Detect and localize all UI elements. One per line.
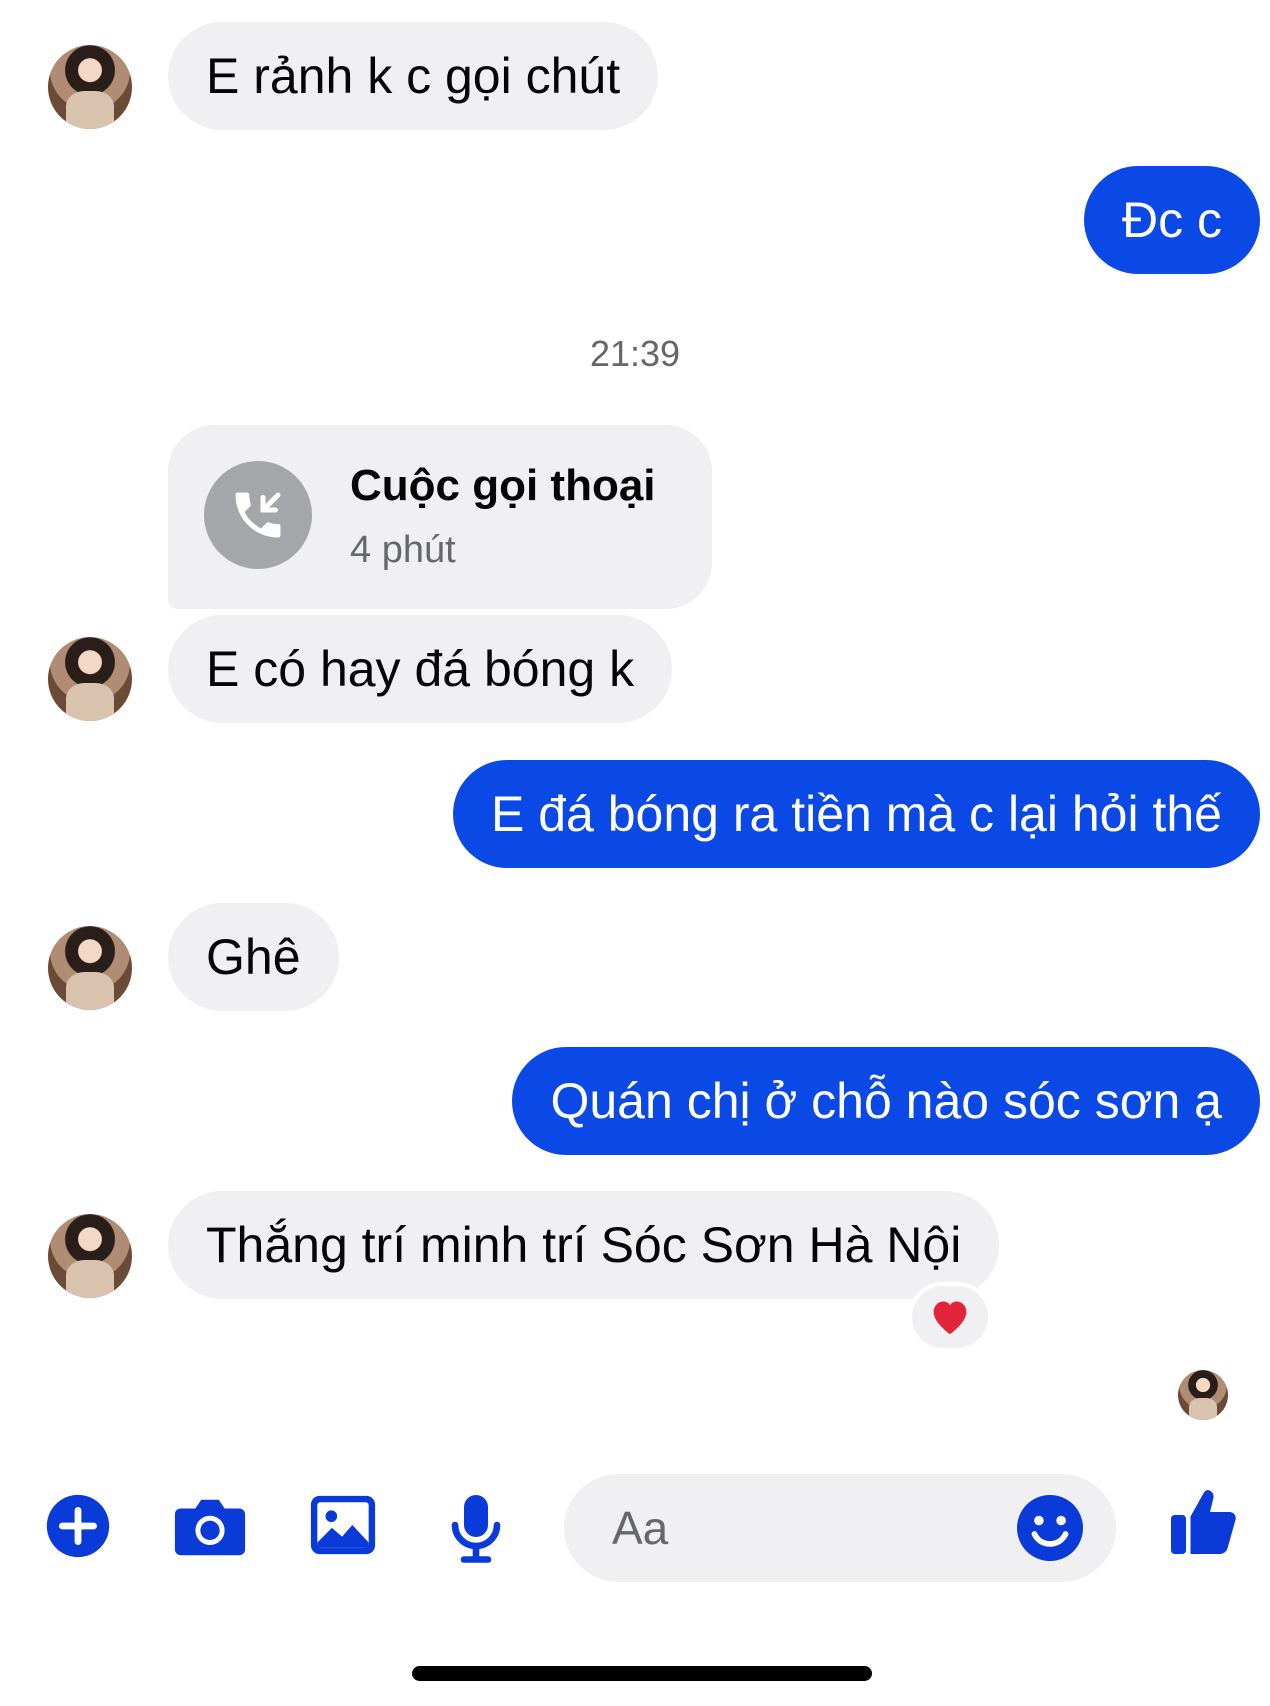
- contact-avatar[interactable]: [48, 637, 132, 721]
- message-input[interactable]: Aa: [564, 1474, 1116, 1582]
- outgoing-message[interactable]: Đc c: [1084, 166, 1260, 274]
- outgoing-message[interactable]: Quán chị ở chỗ nào sóc sơn ạ: [512, 1047, 1260, 1155]
- voice-call-card[interactable]: Cuộc gọi thoại 4 phút: [168, 425, 712, 609]
- incoming-call-icon: [204, 461, 312, 569]
- message-text: Quán chị ở chỗ nào sóc sơn ạ: [550, 1073, 1222, 1129]
- call-title: Cuộc gọi thoại: [350, 461, 656, 510]
- message-text: Ghê: [206, 929, 301, 985]
- plus-icon[interactable]: [44, 1492, 112, 1565]
- incoming-message[interactable]: Ghê: [168, 903, 339, 1011]
- message-text: E có hay đá bóng k: [206, 641, 635, 697]
- message-text: Đc c: [1122, 192, 1222, 248]
- camera-icon[interactable]: [172, 1492, 248, 1565]
- input-placeholder: Aa: [612, 1502, 669, 1554]
- incoming-message[interactable]: E rảnh k c gọi chút: [168, 22, 659, 130]
- seen-avatar: [1178, 1370, 1228, 1420]
- thumbs-up-icon[interactable]: [1168, 1484, 1240, 1563]
- incoming-message[interactable]: Thắng trí minh trí Sóc Sơn Hà Nội: [168, 1191, 1000, 1299]
- message-text: E đá bóng ra tiền mà c lại hỏi thế: [490, 786, 1222, 842]
- heart-icon: [933, 1301, 967, 1335]
- microphone-icon[interactable]: [448, 1492, 504, 1569]
- contact-avatar[interactable]: [48, 45, 132, 129]
- contact-avatar[interactable]: [48, 1214, 132, 1298]
- timestamp: 21:39: [589, 333, 681, 374]
- contact-avatar[interactable]: [48, 926, 132, 1010]
- gallery-icon[interactable]: [308, 1492, 378, 1563]
- home-indicator[interactable]: [412, 1666, 872, 1681]
- emoji-icon[interactable]: [1014, 1492, 1086, 1569]
- reaction-badge[interactable]: [908, 1282, 992, 1352]
- incoming-message[interactable]: E có hay đá bóng k: [168, 615, 673, 723]
- outgoing-message[interactable]: E đá bóng ra tiền mà c lại hỏi thế: [452, 760, 1260, 868]
- call-duration: 4 phút: [350, 529, 456, 571]
- message-text: Thắng trí minh trí Sóc Sơn Hà Nội: [206, 1217, 962, 1273]
- message-text: E rảnh k c gọi chút: [206, 48, 621, 104]
